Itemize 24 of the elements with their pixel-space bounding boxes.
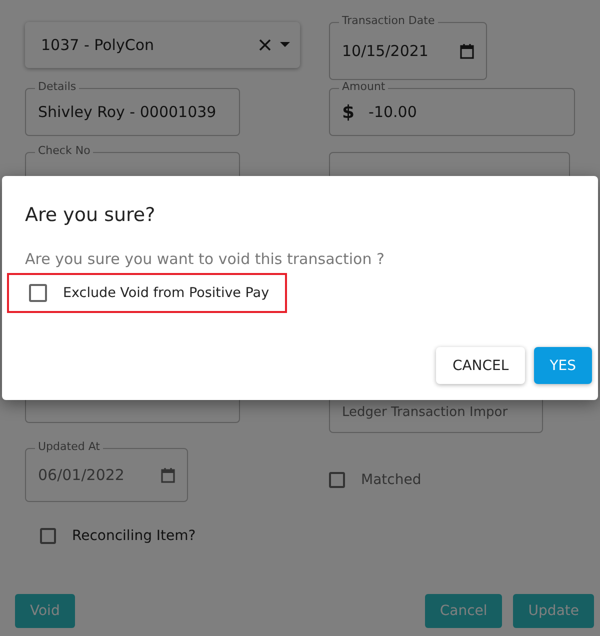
field-value: Shivley Roy - 00001039 xyxy=(38,103,216,121)
clear-icon[interactable] xyxy=(258,38,272,52)
currency-symbol: $ xyxy=(342,102,355,122)
account-select[interactable]: 1037 - PolyCon xyxy=(25,22,300,68)
option-row[interactable]: Exclude Void from Positive Pay xyxy=(7,273,287,313)
dialog-message: Are you sure you want to void this transaction ? xyxy=(24,250,386,268)
dialog-title: Are you sure? xyxy=(24,204,156,226)
checkbox-label: Exclude Void from Positive Pay xyxy=(63,285,270,301)
calendar-icon[interactable] xyxy=(161,468,175,482)
field-value: -10.00 xyxy=(368,103,417,121)
select-value: 1037 - PolyCon xyxy=(41,36,156,54)
field-value: Ledger Transaction Impor xyxy=(342,405,508,420)
field-value: 10/15/2021 xyxy=(342,42,428,60)
field-value: 06/01/2022 xyxy=(38,466,124,484)
checkbox-label: Matched xyxy=(361,472,422,488)
caret-icon[interactable] xyxy=(280,42,290,48)
checkbox-label: Reconciling Item? xyxy=(72,528,196,544)
cancel-button[interactable]: CANCEL xyxy=(436,347,525,384)
checkbox[interactable] xyxy=(40,528,56,544)
checkbox[interactable] xyxy=(29,284,47,302)
confirm-button[interactable]: YES xyxy=(534,347,592,384)
field-label: Updated At xyxy=(35,440,103,454)
checkbox[interactable] xyxy=(329,472,345,488)
calendar-icon[interactable] xyxy=(460,44,474,58)
